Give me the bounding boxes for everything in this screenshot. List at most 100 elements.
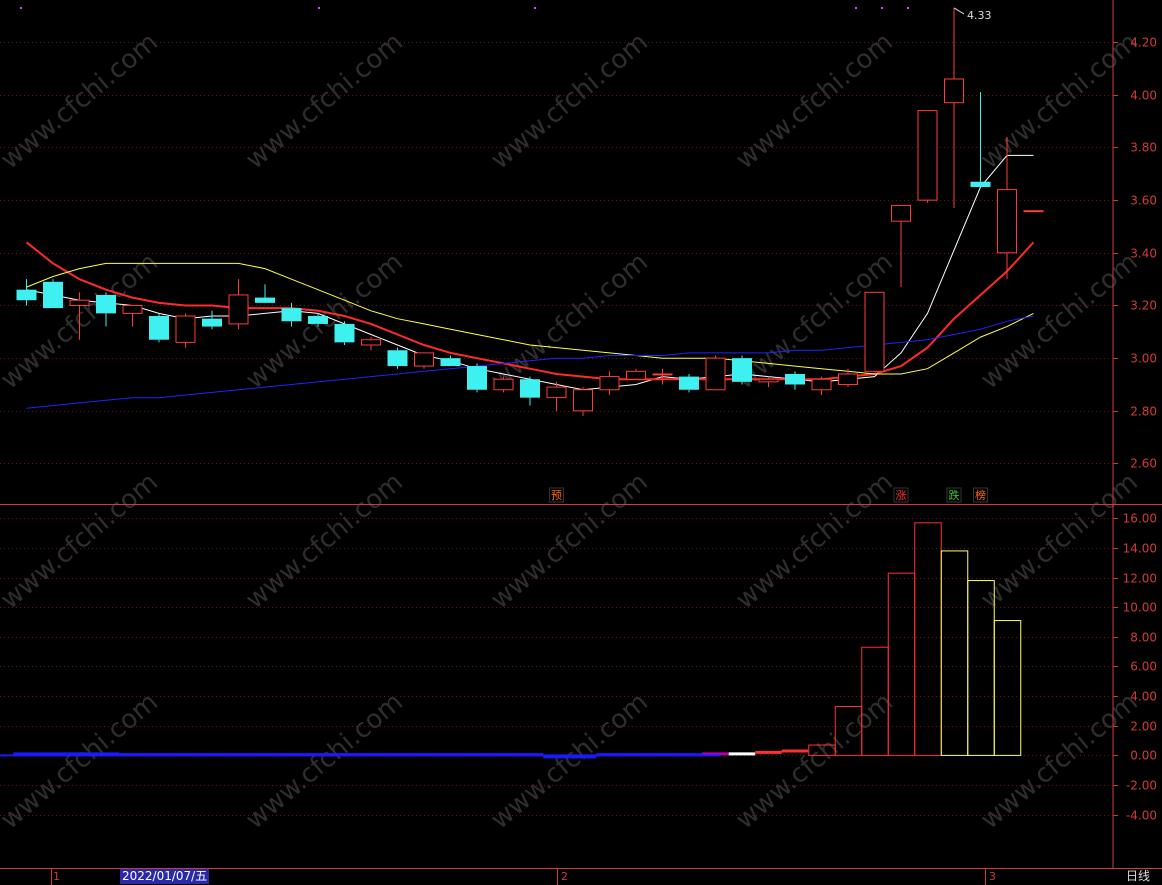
candle-body [281, 308, 302, 322]
candle-body [944, 78, 964, 104]
candle-body [493, 378, 514, 391]
watermark-text: www.cfchi.com [730, 687, 899, 835]
watermark-text: www.cfchi.com [240, 467, 409, 615]
candle-body [255, 297, 275, 303]
indicator-tick-label: 12.00 [1123, 572, 1157, 586]
indicator-bar [887, 572, 916, 756]
candle [255, 284, 275, 303]
candle [599, 371, 620, 396]
watermark-text: www.cfchi.com [975, 687, 1144, 835]
watermark-text: www.cfchi.com [485, 27, 654, 175]
candle-body [149, 316, 169, 340]
indicator-tick-label: 0.00 [1130, 749, 1157, 763]
candle [891, 204, 911, 288]
watermark-text: www.cfchi.com [240, 687, 409, 835]
watermark-text: www.cfchi.com [0, 27, 164, 175]
candle [705, 355, 726, 391]
candle-body [679, 376, 699, 390]
candle [202, 310, 222, 330]
month-label-1: 1 [53, 870, 60, 883]
candle [361, 337, 381, 351]
candle-body [599, 376, 620, 391]
candle-body [228, 294, 249, 325]
candle [122, 304, 143, 327]
watermark-text: www.cfchi.com [975, 247, 1144, 395]
candle-body [387, 350, 408, 367]
cursor-date-label: 2022/01/07/五 [120, 869, 210, 884]
candle [944, 7, 964, 209]
indicator-tick-label: -4.00 [1126, 809, 1157, 823]
top-indicator-dot [318, 7, 320, 9]
candle [785, 371, 805, 390]
candle [16, 279, 37, 306]
candle-body [891, 204, 911, 222]
top-indicator-dot [20, 7, 22, 9]
candle-body [652, 373, 673, 376]
candle [149, 313, 169, 343]
signal-marker-label: 榜 [975, 488, 986, 502]
candle-body [732, 358, 752, 382]
candle [228, 279, 249, 330]
price-tick-label: 3.80 [1130, 141, 1157, 155]
candle-body [440, 358, 461, 367]
watermark-text: www.cfchi.com [0, 247, 164, 395]
top-indicator-dot [534, 7, 536, 9]
indicator-tick-label: 6.00 [1130, 660, 1157, 674]
watermark-text: www.cfchi.com [0, 467, 164, 615]
candle [440, 355, 461, 367]
high-price-label: 4.33 [967, 9, 992, 22]
indicator-tick-label: 10.00 [1123, 601, 1157, 615]
price-tick-label: 2.60 [1130, 457, 1157, 471]
candle [652, 368, 673, 385]
high-annotation-pointer [953, 7, 965, 15]
candle [467, 363, 487, 393]
month-label-2: 2 [561, 870, 568, 883]
top-indicator-dot [907, 7, 909, 9]
indicator-tick-label: 4.00 [1130, 690, 1157, 704]
candle [493, 376, 514, 393]
candle [414, 352, 434, 369]
candle-body [96, 294, 116, 314]
price-tick-label: 4.20 [1130, 36, 1157, 50]
candle [838, 368, 858, 388]
stock-chart[interactable]: www.cfchi.com www.cfchi.com www.cfchi.com w… [0, 0, 1162, 885]
candle [679, 373, 699, 393]
watermark-text: www.cfchi.com [485, 467, 654, 615]
price-tick-label: 2.80 [1130, 405, 1157, 419]
indicator-bar [940, 550, 969, 756]
signal-marker-label: 预 [551, 489, 562, 502]
price-tick-label: 3.20 [1130, 299, 1157, 313]
candle [175, 313, 196, 348]
signal-marker-label: 跌 [949, 488, 960, 502]
candle-body [970, 181, 991, 187]
candle [43, 279, 63, 309]
watermark-text: www.cfchi.com [975, 27, 1144, 175]
candle [811, 376, 832, 396]
candle [626, 368, 646, 380]
candle [970, 92, 991, 187]
indicator-tick-label: -2.00 [1126, 779, 1157, 793]
candle-body [546, 386, 567, 399]
indicator-tick-label: 2.00 [1130, 720, 1157, 734]
signal-marker-label: 涨 [896, 489, 907, 502]
candle-body [811, 378, 832, 391]
candle-body [838, 373, 858, 385]
candle-body [467, 366, 487, 390]
candle-body [122, 304, 143, 314]
indicator-tick-label: 14.00 [1123, 542, 1157, 556]
candle-body [308, 316, 328, 324]
candle-body [626, 370, 646, 380]
indicator-bar [914, 522, 942, 756]
candle-body [43, 281, 63, 309]
price-tick-label: 4.00 [1130, 89, 1157, 103]
price-tick-label: 3.40 [1130, 247, 1157, 261]
month-label-3: 3 [989, 870, 996, 883]
candle [334, 321, 355, 345]
candle-body [864, 291, 885, 372]
candle-body [758, 378, 779, 383]
candle [387, 347, 408, 369]
price-tick-label: 3.00 [1130, 352, 1157, 366]
period-label[interactable]: 日线 [1114, 868, 1162, 885]
candle-body [997, 189, 1017, 254]
candle-body [1023, 210, 1044, 213]
